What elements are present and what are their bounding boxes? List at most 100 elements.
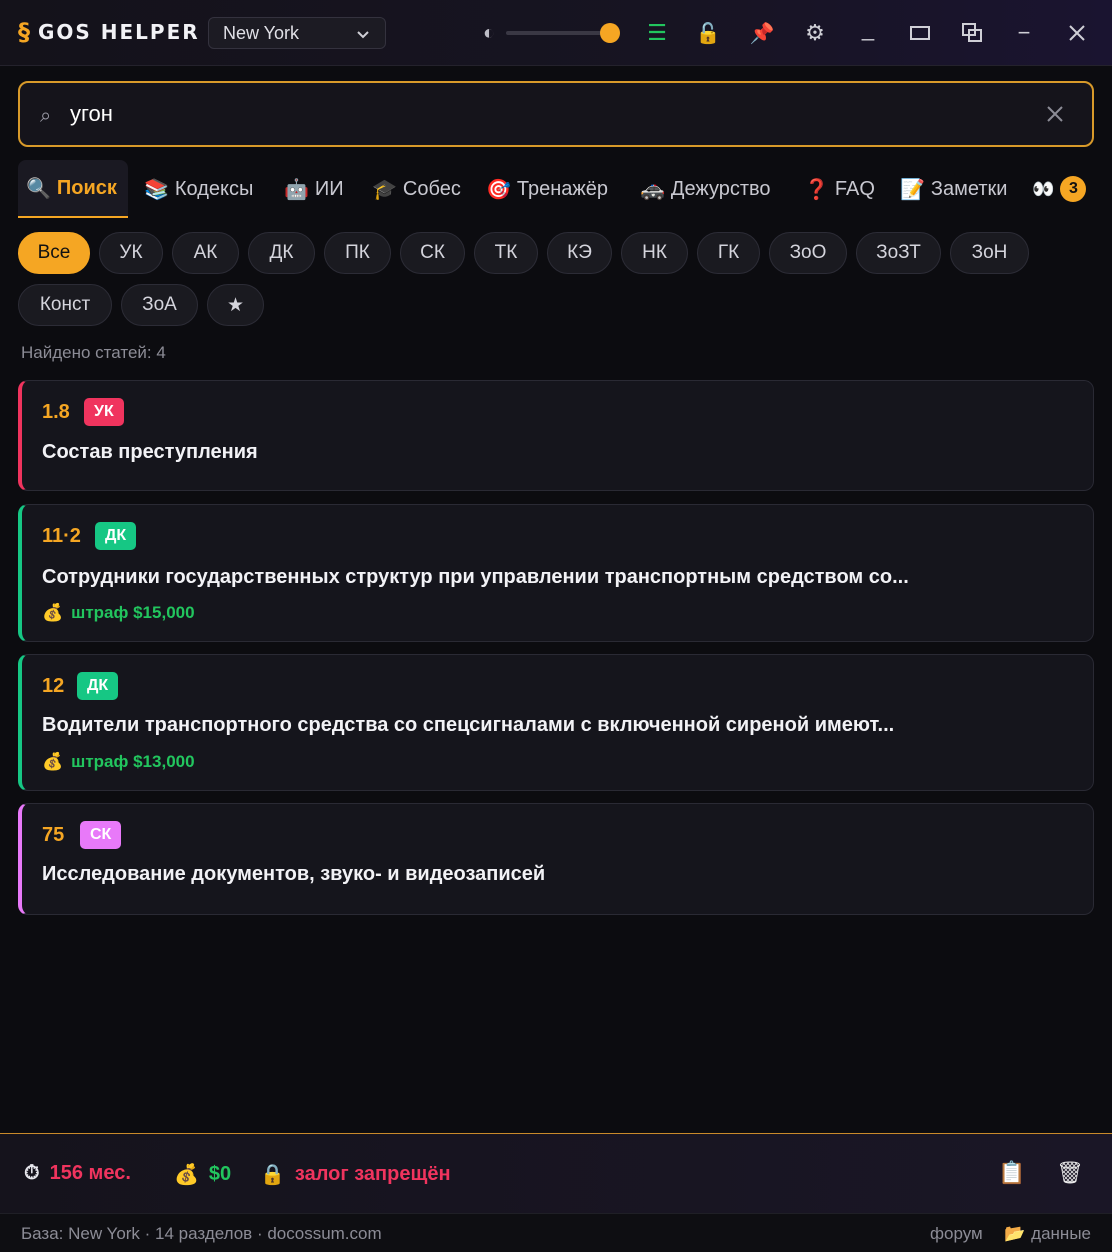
clear-icon[interactable] bbox=[1044, 103, 1066, 125]
chip-ak[interactable]: АК bbox=[172, 232, 239, 274]
maximize-button[interactable] bbox=[905, 18, 935, 48]
tab-label: Поиск bbox=[56, 176, 117, 199]
fine-amount: штраф $15,000 bbox=[71, 603, 195, 622]
article-title: Водители транспортного средства со спецс… bbox=[42, 714, 895, 736]
chip-zoa[interactable]: ЗоА bbox=[121, 284, 198, 326]
tab-watch[interactable]: 👀 3 bbox=[1032, 160, 1087, 218]
money-bag-icon: 💰 bbox=[42, 603, 64, 622]
gear-icon[interactable]: ⚙ bbox=[800, 18, 830, 48]
article-number: 1.8 bbox=[42, 401, 70, 423]
penalty-summary-bar: ⏱ 156 мес. 💰 $0 🔒 залог запрещён 📋 🗑 bbox=[0, 1133, 1112, 1213]
term-value: 156 мес. bbox=[49, 1162, 131, 1184]
tab-faq[interactable]: ❓ FAQ bbox=[804, 160, 875, 218]
folder-icon: 📂 bbox=[1004, 1224, 1026, 1243]
article-title: Исследование документов, звуко- и видеоз… bbox=[42, 863, 546, 885]
forum-link[interactable]: форум bbox=[930, 1224, 983, 1244]
clipboard-icon[interactable]: 📋 bbox=[998, 1160, 1025, 1186]
bail-summary: 🔒 залог запрещён bbox=[260, 1162, 451, 1187]
city-select-value: New York bbox=[223, 22, 300, 43]
chip-tk[interactable]: ТК bbox=[474, 232, 538, 274]
opacity-slider[interactable] bbox=[506, 23, 620, 43]
chip-zozt[interactable]: ЗоЗТ bbox=[856, 232, 941, 274]
tab-ai[interactable]: 🤖 ИИ bbox=[284, 160, 344, 218]
tab-duty[interactable]: 🚓 Дежурство bbox=[640, 160, 771, 218]
chip-zon[interactable]: ЗоН bbox=[950, 232, 1029, 274]
section-sign-icon: § bbox=[18, 18, 30, 46]
article-number: 11·2 bbox=[42, 525, 81, 547]
chip-pk[interactable]: ПК bbox=[324, 232, 391, 274]
database-info: База: New York · 14 разделов · docossum.… bbox=[21, 1224, 382, 1243]
status-footer: База: New York · 14 разделов · docossum.… bbox=[0, 1213, 1112, 1252]
article-number: 12 bbox=[42, 675, 65, 697]
money-bag-icon: 💰 bbox=[174, 1164, 199, 1186]
fine-amount: штраф $13,000 bbox=[71, 752, 195, 771]
data-link[interactable]: 📂 данные bbox=[1004, 1224, 1091, 1244]
minimize-to-tray-button[interactable]: _ bbox=[853, 14, 883, 44]
money-bag-icon: 💰 bbox=[42, 752, 64, 771]
article-title: Состав преступления bbox=[42, 441, 258, 463]
chip-uk[interactable]: УК bbox=[99, 232, 163, 274]
chip-ke[interactable]: КЭ bbox=[547, 232, 612, 274]
tab-notes[interactable]: 📝 Заметки bbox=[900, 160, 1007, 218]
main-tabs: 🔍 Поиск 📚 Кодексы 🤖 ИИ 🎓 Собес 🎯 Тренажё… bbox=[18, 160, 1094, 218]
term-summary: ⏱ 156 мес. bbox=[24, 1162, 131, 1185]
article-number: 75 bbox=[42, 824, 65, 846]
lock-open-icon[interactable]: 🔓 bbox=[693, 18, 723, 48]
chip-nk[interactable]: НК bbox=[621, 232, 688, 274]
tab-label: ИИ bbox=[314, 177, 344, 200]
close-button[interactable] bbox=[1062, 18, 1092, 48]
chip-dk[interactable]: ДК bbox=[248, 232, 315, 274]
result-card[interactable]: 11·2 ДК Сотрудники государственных струк… bbox=[18, 504, 1094, 642]
chip-favorites[interactable]: ★ bbox=[207, 284, 264, 326]
tab-interview[interactable]: 🎓 Собес bbox=[372, 160, 461, 218]
title-bar: § GOS HELPER New York ◐ ☰ 🔓 📌 ⚙ _ − bbox=[0, 0, 1112, 66]
tab-trainer[interactable]: 🎯 Тренажёр bbox=[486, 160, 608, 218]
chevron-down-icon bbox=[357, 31, 369, 39]
stopwatch-icon: ⏱ bbox=[24, 1162, 40, 1184]
police-car-icon: 🚓 bbox=[640, 178, 665, 201]
tab-search[interactable]: 🔍 Поиск bbox=[18, 160, 128, 218]
article-title: Сотрудники государственных структур при … bbox=[42, 566, 909, 588]
memo-icon: 📝 bbox=[900, 178, 925, 201]
robot-icon: 🤖 bbox=[284, 178, 309, 201]
fine-info: 💰 штраф $13,000 bbox=[42, 752, 195, 772]
chip-gk[interactable]: ГК bbox=[697, 232, 760, 274]
app-window: § GOS HELPER New York ◐ ☰ 🔓 📌 ⚙ _ − ⌕ уг… bbox=[0, 0, 1112, 1252]
money-summary: 💰 $0 bbox=[174, 1162, 231, 1187]
graduation-cap-icon: 🎓 bbox=[372, 178, 397, 201]
restore-button[interactable] bbox=[957, 18, 987, 48]
question-icon: ❓ bbox=[804, 178, 829, 201]
tab-label: Собес bbox=[402, 177, 461, 200]
result-card[interactable]: 75 СК Исследование документов, звуко- и … bbox=[18, 803, 1094, 915]
result-card[interactable]: 12 ДК Водители транспортного средства со… bbox=[18, 654, 1094, 791]
code-badge: ДК bbox=[95, 522, 137, 550]
count-badge: 3 bbox=[1060, 176, 1087, 202]
app-logo: § GOS HELPER bbox=[18, 18, 200, 46]
chip-zoo[interactable]: ЗоО bbox=[769, 232, 847, 274]
city-select[interactable]: New York bbox=[208, 17, 386, 49]
trash-icon[interactable]: 🗑 bbox=[1056, 1160, 1084, 1186]
slider-handle[interactable] bbox=[600, 23, 620, 43]
tab-label: Тренажёр bbox=[516, 177, 609, 200]
search-box[interactable]: ⌕ угон bbox=[18, 81, 1094, 147]
results-count: Найдено статей: 4 bbox=[21, 343, 166, 362]
minimize-button[interactable]: − bbox=[1009, 18, 1039, 48]
menu-icon[interactable]: ☰ bbox=[642, 18, 672, 48]
chip-all[interactable]: Все bbox=[18, 232, 90, 274]
tab-label: Кодексы bbox=[174, 177, 254, 200]
chip-const[interactable]: Конст bbox=[18, 284, 112, 326]
money-value: $0 bbox=[208, 1163, 232, 1185]
code-badge: ДК bbox=[77, 672, 119, 700]
result-card[interactable]: 1.8 УК Состав преступления bbox=[18, 380, 1094, 491]
data-link-label: данные bbox=[1031, 1224, 1091, 1243]
search-input[interactable]: угон bbox=[70, 101, 113, 127]
tab-label: FAQ bbox=[834, 177, 875, 200]
code-badge: УК bbox=[84, 398, 124, 426]
tab-label: Дежурство bbox=[670, 177, 771, 200]
chip-sk[interactable]: СК bbox=[400, 232, 465, 274]
fine-info: 💰 штраф $15,000 bbox=[42, 603, 195, 623]
tab-codes[interactable]: 📚 Кодексы bbox=[144, 160, 253, 218]
pin-icon[interactable]: 📌 bbox=[747, 18, 777, 48]
code-badge: СК bbox=[80, 821, 122, 849]
tab-label: Заметки bbox=[930, 177, 1008, 200]
